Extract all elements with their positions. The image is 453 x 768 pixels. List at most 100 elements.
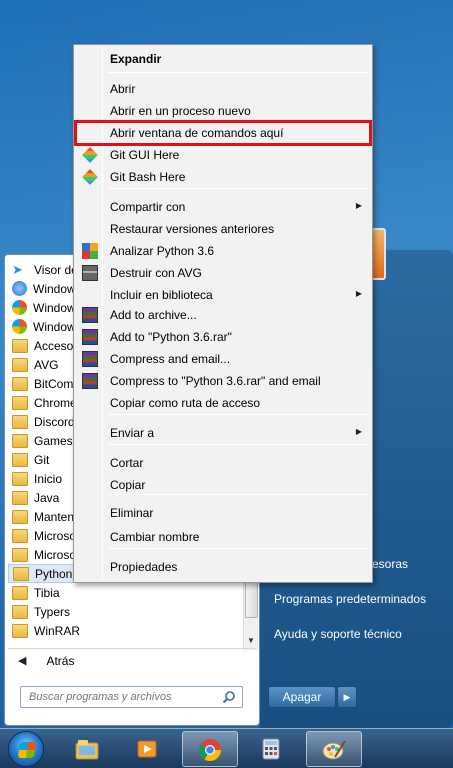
menu-item-label: Compress to "Python 3.6.rar" and email xyxy=(110,374,321,388)
program-label: Tibia xyxy=(34,585,60,600)
menu-item-abrir-en-un-proceso-nuevo[interactable]: Abrir en un proceso nuevo xyxy=(76,100,370,122)
menu-item-label: Propiedades xyxy=(110,560,178,574)
menu-item-abrir[interactable]: Abrir xyxy=(76,78,370,100)
windows-logo-icon xyxy=(17,742,37,758)
start-button[interactable] xyxy=(8,731,44,767)
menu-item-cambiar-nombre[interactable]: Cambiar nombre xyxy=(76,526,370,548)
default-programs-link[interactable]: Programas predeterminados xyxy=(274,592,426,606)
menu-item-propiedades[interactable]: Propiedades xyxy=(76,556,370,578)
search-box[interactable] xyxy=(20,686,243,708)
menu-item-label: Restaurar versiones anteriores xyxy=(110,222,275,236)
menu-item-restaurar-versiones-anteriores[interactable]: Restaurar versiones anteriores xyxy=(76,218,370,240)
taskbar-media-player[interactable] xyxy=(120,731,176,767)
menu-item-add-to-python-3-6-rar[interactable]: Add to "Python 3.6.rar" xyxy=(76,326,370,348)
menu-item-cortar[interactable]: Cortar xyxy=(76,452,370,474)
menu-item-compress-and-email[interactable]: Compress and email... xyxy=(76,348,370,370)
menu-item-copiar[interactable]: Copiar xyxy=(76,474,370,496)
taskbar-paint[interactable] xyxy=(306,731,362,767)
git-bash-icon xyxy=(82,169,98,185)
taskbar-explorer[interactable] xyxy=(60,731,116,767)
folder-icon xyxy=(12,547,28,562)
folder-icon xyxy=(12,376,28,391)
menu-item-label: Add to archive... xyxy=(110,308,197,322)
context-menu: Expandir Abrir Abrir en un proceso nuevo Ab… xyxy=(73,44,373,583)
menu-separator xyxy=(108,548,368,549)
menu-item-enviar-a[interactable]: Enviar a ▶ xyxy=(76,422,370,444)
chrome-icon xyxy=(199,739,221,761)
chevron-right-icon: ▶ xyxy=(343,691,351,702)
back-label: Atrás xyxy=(46,653,75,668)
back-button[interactable]: ◀ Atrás xyxy=(8,648,256,672)
help-support-link[interactable]: Ayuda y soporte técnico xyxy=(274,627,402,641)
calculator-icon xyxy=(262,738,280,760)
submenu-arrow-icon: ▶ xyxy=(355,201,362,210)
folder-icon xyxy=(12,357,28,372)
menu-item-label: Abrir en un proceso nuevo xyxy=(110,104,251,118)
program-label: Accesor xyxy=(34,338,78,353)
menu-item-label: Add to "Python 3.6.rar" xyxy=(110,330,232,344)
program-label: Games xyxy=(34,433,73,448)
program-label: Visor de xyxy=(34,262,78,277)
windows-icon xyxy=(12,300,27,315)
folder-icon xyxy=(12,509,28,524)
menu-item-compress-to-python-3-6-rar-and-email[interactable]: Compress to "Python 3.6.rar" and email xyxy=(76,370,370,392)
shutdown-button[interactable]: Apagar xyxy=(268,686,336,708)
menu-item-eliminar[interactable]: Eliminar xyxy=(76,502,370,524)
shutdown-options-button[interactable]: ▶ xyxy=(337,686,357,708)
program-label: Git xyxy=(34,452,50,467)
program-item[interactable]: Tibia xyxy=(8,583,244,602)
menu-item-copiar-como-ruta-de-acceso[interactable]: Copiar como ruta de acceso xyxy=(76,392,370,414)
devices-printers-link[interactable]: esoras xyxy=(372,557,408,571)
program-label: BitCom xyxy=(34,376,74,391)
winrar-icon xyxy=(82,351,98,367)
menu-item-git-bash-here[interactable]: Git Bash Here xyxy=(76,166,370,188)
program-label: Manten xyxy=(34,509,75,524)
folder-icon xyxy=(12,414,28,429)
menu-item-label: Expandir xyxy=(110,52,162,66)
folder-icon xyxy=(12,604,28,619)
winrar-icon xyxy=(82,307,98,323)
menu-item-expandir[interactable]: Expandir xyxy=(76,48,370,70)
search-icon[interactable] xyxy=(222,690,236,704)
menu-item-incluir-en-biblioteca[interactable]: Incluir en biblioteca ▶ xyxy=(76,284,370,306)
menu-item-label: Enviar a xyxy=(110,426,155,440)
program-label: Inicio xyxy=(34,471,63,486)
menu-item-label: Copiar como ruta de acceso xyxy=(110,396,261,410)
menu-separator xyxy=(108,188,368,189)
menu-item-label: Compartir con xyxy=(110,200,186,214)
menu-item-git-gui-here[interactable]: Git GUI Here xyxy=(76,144,370,166)
program-item[interactable]: WinRAR xyxy=(8,621,244,640)
file-explorer-icon xyxy=(75,740,99,760)
program-label: Window xyxy=(33,300,76,315)
program-label: Microso xyxy=(34,528,77,543)
menu-item-compartir-con[interactable]: Compartir con ▶ xyxy=(76,196,370,218)
menu-separator xyxy=(108,414,368,415)
menu-item-add-to-archive[interactable]: Add to archive... xyxy=(76,304,370,326)
taskbar-calculator[interactable] xyxy=(244,731,300,767)
taskbar-chrome[interactable] xyxy=(182,731,238,767)
scroll-down-arrow-icon[interactable]: ▼ xyxy=(247,636,255,645)
menu-item-label: Compress and email... xyxy=(110,352,231,366)
program-label: Python xyxy=(35,566,73,581)
menu-separator xyxy=(108,72,368,73)
menu-item-label: Abrir ventana de comandos aquí xyxy=(110,126,284,140)
menu-item-label: Git GUI Here xyxy=(110,148,180,162)
program-label: Discord xyxy=(34,414,75,429)
folder-icon xyxy=(12,585,28,600)
menu-item-abrir-ventana-de-comandos-aquí[interactable]: Abrir ventana de comandos aquí xyxy=(74,120,372,146)
program-label: AVG xyxy=(34,357,59,372)
menu-item-label: Analizar Python 3.6 xyxy=(110,244,215,258)
program-label: Window xyxy=(33,281,76,296)
program-label: Java xyxy=(34,490,60,505)
program-item[interactable]: Typers xyxy=(8,602,244,621)
paint-icon xyxy=(322,740,346,760)
menu-item-label: Destruir con AVG xyxy=(110,266,202,280)
search-input[interactable] xyxy=(29,691,209,703)
taskbar xyxy=(0,728,453,768)
program-label: Typers xyxy=(34,604,71,619)
menu-item-label: Incluir en biblioteca xyxy=(110,288,213,302)
folder-icon xyxy=(12,623,28,638)
winrar-icon xyxy=(82,329,98,345)
menu-item-destruir-con-avg[interactable]: Destruir con AVG xyxy=(76,262,370,284)
menu-item-analizar-python-3-6[interactable]: Analizar Python 3.6 xyxy=(76,240,370,262)
